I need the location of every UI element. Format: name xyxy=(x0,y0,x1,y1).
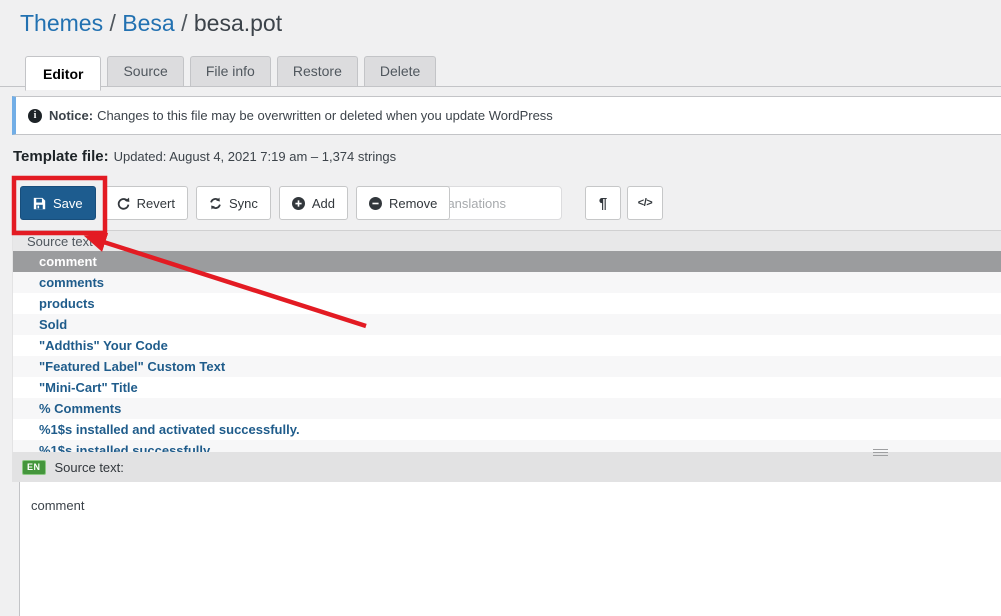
list-item[interactable]: Sold xyxy=(13,314,1001,335)
list-item[interactable]: products xyxy=(13,293,1001,314)
list-item[interactable]: "Addthis" Your Code xyxy=(13,335,1001,356)
breadcrumb-separator: / xyxy=(175,10,194,36)
save-floppy-icon xyxy=(33,197,46,210)
save-button[interactable]: Save xyxy=(20,186,96,220)
list-item-clipped[interactable]: %1$s installed successfully. xyxy=(13,440,1001,452)
list-item[interactable]: "Featured Label" Custom Text xyxy=(13,356,1001,377)
notice-text: Changes to this file may be overwritten … xyxy=(97,108,553,123)
list-item[interactable]: %1$s installed and activated successfull… xyxy=(13,419,1001,440)
tab-delete[interactable]: Delete xyxy=(364,56,436,86)
breadcrumb-themes-link[interactable]: Themes xyxy=(20,10,103,36)
sync-button-label: Sync xyxy=(229,196,258,211)
notice-banner: i Notice: Changes to this file may be ov… xyxy=(12,96,1001,135)
breadcrumb: Themes / Besa / besa.pot xyxy=(20,10,282,37)
list-item[interactable]: comments xyxy=(13,272,1001,293)
source-text-value: comment xyxy=(31,498,84,513)
tab-restore[interactable]: Restore xyxy=(277,56,358,86)
source-text-column-header[interactable]: Source text xyxy=(13,230,1001,251)
remove-button-label: Remove xyxy=(389,196,437,211)
add-circle-icon xyxy=(292,197,305,210)
revert-icon xyxy=(117,197,130,210)
list-item[interactable]: % Comments xyxy=(13,398,1001,419)
language-badge: EN xyxy=(22,460,46,475)
breadcrumb-separator: / xyxy=(103,10,122,36)
breadcrumb-bundle-link[interactable]: Besa xyxy=(122,10,174,36)
template-file-title: Template file: xyxy=(13,148,109,165)
remove-button[interactable]: Remove xyxy=(356,186,450,220)
editor-pane-label: Source text: xyxy=(55,460,124,475)
template-file-details: Updated: August 4, 2021 7:19 am – 1,374 … xyxy=(114,149,397,164)
revert-button-label: Revert xyxy=(137,196,175,211)
loco-translate-editor-page: Themes / Besa / besa.pot Editor Source F… xyxy=(0,0,1001,616)
source-text-editor[interactable]: comment xyxy=(19,482,1001,616)
editor-toolbar: Save Revert Sync Add Remove xyxy=(20,186,450,220)
template-file-meta: Template file: Updated: August 4, 2021 7:… xyxy=(13,148,396,165)
breadcrumb-current-file: besa.pot xyxy=(194,10,282,36)
source-text-list: Source text comment comments products So… xyxy=(12,230,1001,452)
notice-label: Notice: xyxy=(49,108,93,123)
add-button[interactable]: Add xyxy=(279,186,348,220)
toggle-invisibles-button[interactable]: ¶ xyxy=(585,186,621,220)
tab-editor[interactable]: Editor xyxy=(25,56,101,91)
sync-icon xyxy=(209,197,222,210)
pilcrow-icon: ¶ xyxy=(599,195,607,212)
tab-file-info[interactable]: File info xyxy=(190,56,271,86)
editor-pane-header: EN Source text: xyxy=(12,452,1001,482)
pane-resize-handle[interactable] xyxy=(873,449,888,456)
remove-circle-icon xyxy=(369,197,382,210)
list-item[interactable]: "Mini-Cart" Title xyxy=(13,377,1001,398)
info-icon: i xyxy=(28,109,42,123)
toggle-code-view-button[interactable]: </> xyxy=(627,186,663,220)
tab-bar: Editor Source File info Restore Delete xyxy=(25,52,436,86)
save-button-label: Save xyxy=(53,196,83,211)
list-item[interactable]: comment xyxy=(13,251,1001,272)
sync-button[interactable]: Sync xyxy=(196,186,271,220)
add-button-label: Add xyxy=(312,196,335,211)
tabs-bottom-border xyxy=(0,86,1001,87)
revert-button[interactable]: Revert xyxy=(104,186,188,220)
code-icon: </> xyxy=(638,197,652,209)
tab-source[interactable]: Source xyxy=(107,56,183,86)
